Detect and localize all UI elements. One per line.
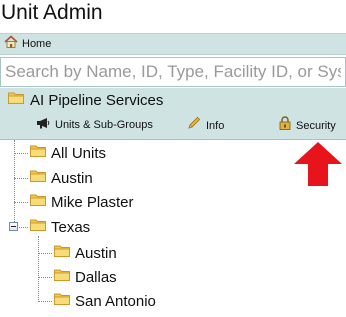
lock-icon: [279, 116, 291, 135]
tree-item-label: Austin: [75, 244, 117, 262]
tree-connector: [19, 227, 28, 228]
home-link[interactable]: Home: [4, 35, 51, 53]
tree-item-label: Austin: [51, 169, 93, 187]
tree-item-austin[interactable]: Austin: [30, 169, 93, 187]
folder-icon: [30, 193, 46, 211]
home-icon: [4, 35, 18, 53]
tree-item-label: Texas: [51, 218, 91, 236]
folder-icon: [54, 244, 70, 262]
selected-group-name: AI Pipeline Services: [30, 91, 164, 109]
tree-connector: [14, 202, 28, 203]
tree-item-label: Dallas: [75, 268, 117, 286]
folder-icon: [54, 292, 70, 310]
info-label: Info: [206, 119, 225, 132]
units-subgroups-button[interactable]: Units & Sub-Groups: [36, 116, 153, 134]
megaphone-icon: [36, 116, 50, 134]
tree-connector: [38, 253, 52, 254]
unit-tree: All Units Austin Mike Plaster Texas Aust…: [0, 140, 346, 317]
tree-item-label: San Antonio: [75, 292, 156, 310]
selected-group-panel: AI Pipeline Services Units & Sub-Groups …: [0, 88, 346, 140]
selected-group-header[interactable]: AI Pipeline Services: [8, 91, 163, 109]
folder-icon: [30, 169, 46, 187]
page-title: Unit Admin: [1, 1, 103, 24]
security-label: Security: [296, 119, 336, 132]
tree-item-texas-san-antonio[interactable]: San Antonio: [54, 292, 156, 310]
folder-icon: [30, 218, 46, 236]
tree-item-label: All Units: [51, 144, 107, 162]
tree-item-all-units[interactable]: All Units: [30, 144, 106, 162]
collapse-toggle[interactable]: [9, 222, 18, 231]
tree-connector: [14, 153, 28, 154]
tree-item-texas[interactable]: Texas: [30, 218, 90, 236]
info-button[interactable]: Info: [187, 116, 224, 135]
security-button[interactable]: Security: [279, 116, 336, 135]
tree-item-mike-plaster[interactable]: Mike Plaster: [30, 193, 134, 211]
tree-item-texas-dallas[interactable]: Dallas: [54, 268, 117, 286]
tree-connector: [38, 236, 39, 302]
nav-bar: Home: [0, 33, 346, 55]
tree-connector: [38, 277, 52, 278]
search-input[interactable]: [0, 57, 346, 87]
tree-item-label: Mike Plaster: [51, 193, 134, 211]
units-subgroups-label: Units & Sub-Groups: [55, 119, 153, 131]
folder-icon: [54, 268, 70, 286]
tree-connector: [14, 178, 28, 179]
folder-icon: [8, 91, 24, 109]
folder-icon: [30, 144, 46, 162]
tree-item-texas-austin[interactable]: Austin: [54, 244, 117, 262]
pencil-icon: [187, 116, 201, 135]
tree-connector: [38, 301, 52, 302]
home-label: Home: [22, 38, 52, 50]
